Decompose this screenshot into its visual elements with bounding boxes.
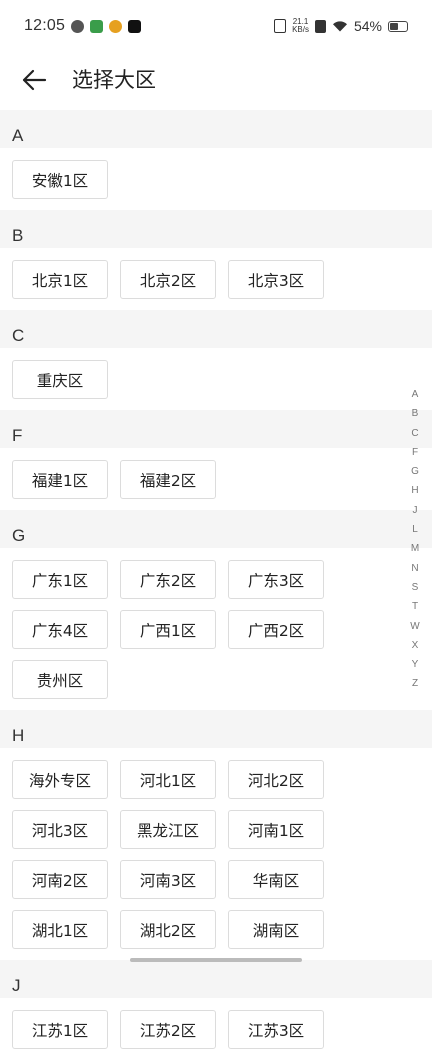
home-indicator (130, 958, 302, 962)
app-icon (90, 19, 104, 33)
status-left: 12:05 (24, 17, 142, 35)
region-button[interactable]: 河南3区 (120, 860, 216, 899)
alphabet-index-bar[interactable]: ABCFGHJLMNSTWXYZ (407, 388, 423, 697)
index-letter[interactable]: T (412, 600, 418, 619)
region-button[interactable]: 安徽1区 (12, 160, 108, 199)
status-bar: 12:05 21.1 KB/s 54% (0, 0, 432, 52)
section-header-b: B (0, 210, 432, 248)
index-letter[interactable]: J (413, 504, 418, 523)
wifi-icon (332, 21, 347, 32)
index-letter[interactable]: A (412, 388, 419, 407)
region-button[interactable]: 江苏1区 (12, 1010, 108, 1049)
region-grid: 北京1区 北京2区 北京3区 (0, 248, 432, 310)
battery-percent: 54% (353, 18, 382, 34)
check-circle-icon (71, 19, 85, 33)
battery-icon (388, 20, 408, 32)
region-button[interactable]: 广东2区 (120, 560, 216, 599)
net-speed-unit: KB/s (292, 25, 309, 34)
weibo-icon (109, 19, 123, 33)
tiktok-icon (128, 19, 142, 33)
region-button[interactable]: 河北1区 (120, 760, 216, 799)
region-button[interactable]: 黑龙江区 (120, 810, 216, 849)
index-letter[interactable]: F (412, 446, 418, 465)
index-letter[interactable]: G (411, 465, 419, 484)
section-header-h: H (0, 710, 432, 748)
region-button[interactable]: 湖北2区 (120, 910, 216, 949)
section-header-a: A (0, 110, 432, 148)
region-button[interactable]: 北京3区 (228, 260, 324, 299)
region-button[interactable]: 贵州区 (12, 660, 108, 699)
index-letter[interactable]: M (411, 542, 419, 561)
region-button[interactable]: 广西1区 (120, 610, 216, 649)
index-letter[interactable]: Y (412, 658, 419, 677)
region-button[interactable]: 广东1区 (12, 560, 108, 599)
net-speed: 21.1 KB/s (292, 18, 309, 34)
section-header-c: C (0, 310, 432, 348)
region-button[interactable]: 河北2区 (228, 760, 324, 799)
section-header-g: G (0, 510, 432, 548)
region-grid: 海外专区 河北1区 河北2区 河北3区 黑龙江区 河南1区 河南2区 河南3区 华南区 湖北1区湖… (0, 748, 432, 960)
region-list: A 安徽1区 B 北京1区 北京2区 北京3区 C 重庆区 F 福建1区 福建2区 G 广东1区 广东2区… (0, 110, 432, 1060)
region-button[interactable]: 河南1区 (228, 810, 324, 849)
index-letter[interactable]: B (412, 407, 419, 426)
battery-fill (390, 22, 398, 30)
section-header-j: J (0, 960, 432, 998)
arrow-left-icon (22, 69, 47, 91)
region-grid: 安徽1区 (0, 148, 432, 210)
index-letter[interactable]: Z (412, 677, 418, 696)
region-button[interactable]: 北京1区 (12, 260, 108, 299)
region-button[interactable]: 广西2区 (228, 610, 324, 649)
region-button[interactable]: 江苏3区 (228, 1010, 324, 1049)
region-button[interactable]: 福建2区 (120, 460, 216, 499)
page-title: 选择大区 (72, 68, 156, 92)
index-letter[interactable]: H (411, 484, 418, 503)
no-sim-icon (314, 19, 326, 33)
region-button[interactable]: 广东4区 (12, 610, 108, 649)
section-header-f: F (0, 410, 432, 448)
region-button[interactable]: 福建1区 (12, 460, 108, 499)
region-button[interactable]: 河北3区 (12, 810, 108, 849)
region-button[interactable]: 华南区 (228, 860, 324, 899)
region-button[interactable]: 重庆区 (12, 360, 108, 399)
index-letter[interactable]: L (412, 523, 418, 542)
region-button[interactable]: 海外专区 (12, 760, 108, 799)
region-button[interactable]: 北京2区 (120, 260, 216, 299)
status-time: 12:05 (24, 17, 66, 34)
index-letter[interactable]: S (412, 581, 419, 600)
region-button[interactable]: 湖北1区 (12, 910, 108, 949)
region-button[interactable]: 江苏2区 (120, 1010, 216, 1049)
region-grid: 江苏1区 江苏2区 江苏3区 (0, 998, 432, 1060)
region-button[interactable]: 河南2区 (12, 860, 108, 899)
region-grid: 重庆区 (0, 348, 432, 410)
header: 选择大区 (0, 52, 432, 108)
status-right: 21.1 KB/s 54% (274, 18, 408, 34)
vibrate-icon (274, 19, 287, 33)
index-letter[interactable]: W (410, 620, 419, 639)
region-button[interactable]: 湖南区 (228, 910, 324, 949)
index-letter[interactable]: N (411, 562, 418, 581)
region-grid: 福建1区 福建2区 (0, 448, 432, 510)
index-letter[interactable]: C (411, 427, 418, 446)
back-button[interactable] (18, 64, 50, 96)
index-letter[interactable]: X (412, 639, 419, 658)
region-button[interactable]: 广东3区 (228, 560, 324, 599)
region-grid: 广东1区 广东2区 广东3区广东4区 广西1区 广西2区贵州区 (0, 548, 432, 710)
